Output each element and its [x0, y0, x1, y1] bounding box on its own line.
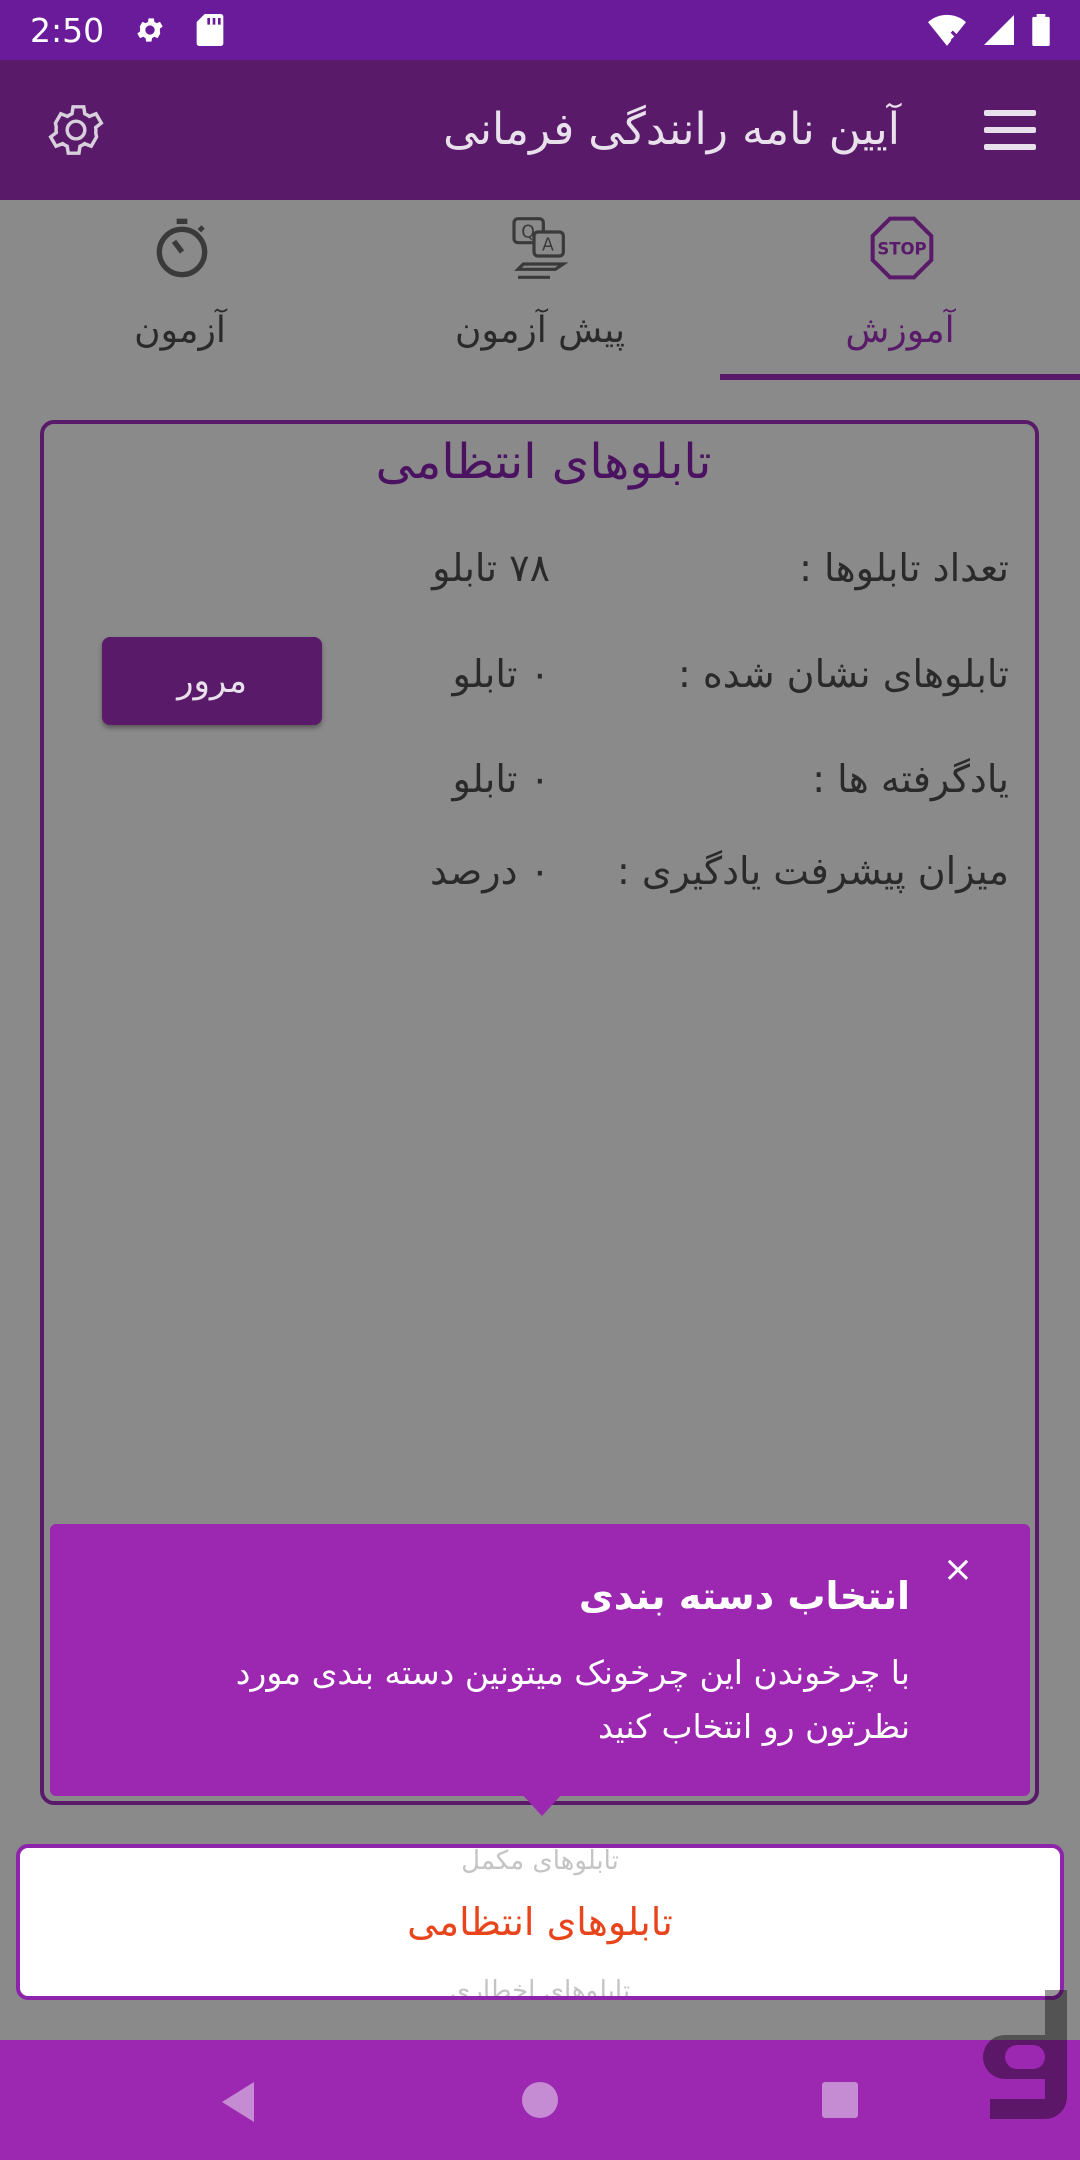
- picker-selected-item[interactable]: تابلوهای انتظامی: [20, 1900, 1060, 1944]
- gear-icon: [48, 105, 104, 155]
- svg-text:STOP: STOP: [877, 240, 926, 259]
- svg-text:A: A: [542, 236, 554, 256]
- signal-icon: [984, 15, 1014, 45]
- hamburger-menu-icon[interactable]: [984, 110, 1036, 150]
- back-icon[interactable]: [218, 2080, 258, 2124]
- stop-sign-icon: STOP: [870, 216, 934, 280]
- progress-value: ۰ درصد: [430, 849, 550, 893]
- close-icon[interactable]: ×: [940, 1552, 976, 1588]
- qa-icon: QA: [512, 217, 569, 279]
- system-nav-bar: [0, 2040, 1080, 2160]
- recent-apps-icon[interactable]: [822, 2082, 858, 2118]
- home-icon[interactable]: [522, 2082, 558, 2118]
- status-time: 2:50: [30, 10, 105, 50]
- app-title: آیین نامه رانندگی فرمانی: [443, 104, 900, 155]
- review-button[interactable]: مرور: [102, 637, 322, 725]
- marked-signs-label: تابلوهای نشان شده :: [678, 652, 1009, 696]
- learned-value: ۰ تابلو: [452, 757, 550, 801]
- card-title: تابلوهای انتظامی: [375, 434, 712, 490]
- app-bar: آیین نامه رانندگی فرمانی: [0, 60, 1080, 200]
- stopwatch-icon: [156, 218, 208, 278]
- tab-label: پیش آزمون: [455, 310, 625, 351]
- tooltip-arrow: [520, 1792, 564, 1816]
- tab-pre-exam[interactable]: QA پیش آزمون: [360, 200, 720, 380]
- settings-button[interactable]: [44, 98, 108, 162]
- onboarding-tooltip: × انتخاب دسته بندی با چرخوندن این چرخونک…: [50, 1524, 1030, 1796]
- tab-bar: آزمون QA پیش آزمون STOP آموزش: [0, 200, 1080, 380]
- learned-label: یادگرفته ها :: [812, 757, 1009, 801]
- wifi-icon: [928, 14, 966, 46]
- picker-next-item[interactable]: تابلوهای اخطاری: [20, 1976, 1060, 1996]
- marked-signs-value: ۰ تابلو: [452, 652, 550, 696]
- tooltip-title: انتخاب دسته بندی: [578, 1574, 910, 1618]
- tab-label: آزمون: [134, 310, 226, 351]
- tab-label: آموزش: [845, 310, 955, 351]
- settings-icon: [137, 18, 163, 42]
- tooltip-body: با چرخوندن این چرخونک میتونین دسته بندی …: [235, 1653, 910, 1746]
- picker-prev-item[interactable]: تابلوهای مکمل: [20, 1848, 1060, 1876]
- battery-icon: [1032, 14, 1050, 46]
- tab-exam[interactable]: آزمون: [0, 200, 360, 380]
- signs-count-label: تعداد تابلوها :: [799, 546, 1009, 590]
- category-wheel-picker[interactable]: تابلوهای مکمل تابلوهای انتظامی تابلوهای …: [16, 1844, 1064, 2000]
- store-logo-icon: [983, 1990, 1067, 2119]
- progress-label: میزان پیشرفت یادگیری :: [616, 849, 1009, 893]
- active-tab-indicator: [720, 374, 1080, 380]
- signs-count-value: ۷۸ تابلو: [432, 546, 550, 590]
- tab-learning[interactable]: STOP آموزش: [720, 200, 1080, 380]
- sd-card-icon: [196, 14, 224, 46]
- status-bar: 2:50: [0, 0, 1080, 60]
